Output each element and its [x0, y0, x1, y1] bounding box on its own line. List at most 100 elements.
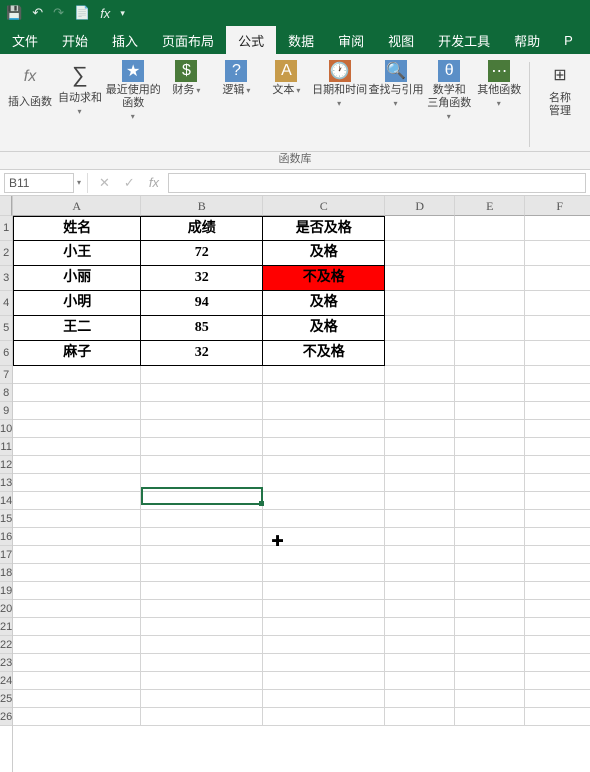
logical-button[interactable]: ?逻辑 ▾ — [214, 58, 258, 151]
cell[interactable] — [525, 474, 590, 492]
cell[interactable] — [141, 672, 263, 690]
row-header[interactable]: 25 — [0, 690, 12, 708]
row-header[interactable]: 19 — [0, 582, 12, 600]
undo-icon[interactable]: ↶ — [32, 5, 43, 21]
cell[interactable] — [525, 291, 590, 316]
more-functions-button[interactable]: ⋯其他函数▾ — [477, 58, 521, 151]
tab-formulas[interactable]: 公式 — [226, 26, 276, 54]
row-header[interactable]: 21 — [0, 618, 12, 636]
row-header[interactable]: 20 — [0, 600, 12, 618]
row-header[interactable]: 10 — [0, 420, 12, 438]
cell[interactable] — [263, 654, 385, 672]
cell[interactable] — [525, 266, 590, 291]
cell[interactable]: 姓名 — [13, 216, 141, 241]
cell[interactable] — [525, 618, 590, 636]
cell[interactable] — [525, 636, 590, 654]
cell[interactable] — [13, 456, 141, 474]
row-header[interactable]: 12 — [0, 456, 12, 474]
cell[interactable] — [385, 438, 455, 456]
cell[interactable] — [263, 582, 385, 600]
cell[interactable] — [455, 474, 525, 492]
row-header[interactable]: 9 — [0, 402, 12, 420]
cell[interactable] — [525, 708, 590, 726]
cell[interactable] — [141, 636, 263, 654]
tab-file[interactable]: 文件 — [0, 26, 50, 54]
cell[interactable] — [263, 636, 385, 654]
cell[interactable] — [385, 510, 455, 528]
cell[interactable] — [13, 402, 141, 420]
cell[interactable] — [263, 564, 385, 582]
cell[interactable] — [13, 690, 141, 708]
cell[interactable] — [13, 510, 141, 528]
cell[interactable] — [13, 384, 141, 402]
cell[interactable] — [141, 438, 263, 456]
cell[interactable] — [263, 708, 385, 726]
cell[interactable] — [13, 546, 141, 564]
cell[interactable]: 及格 — [263, 241, 385, 266]
cell[interactable] — [385, 672, 455, 690]
cell[interactable] — [455, 546, 525, 564]
cell[interactable] — [385, 384, 455, 402]
cell[interactable] — [455, 528, 525, 546]
tab-home[interactable]: 开始 — [50, 26, 100, 54]
touch-mode-icon[interactable]: 📄 — [74, 5, 90, 21]
insert-function-button[interactable]: fx插入函数 — [8, 58, 52, 151]
cell[interactable] — [455, 618, 525, 636]
cell[interactable] — [455, 492, 525, 510]
cell[interactable] — [525, 564, 590, 582]
cell[interactable] — [525, 384, 590, 402]
row-header[interactable]: 16 — [0, 528, 12, 546]
tab-data[interactable]: 数据 — [276, 26, 326, 54]
cell[interactable] — [141, 456, 263, 474]
cell[interactable] — [13, 618, 141, 636]
cell[interactable] — [263, 438, 385, 456]
cell[interactable] — [141, 546, 263, 564]
cell[interactable] — [455, 402, 525, 420]
cell[interactable] — [263, 510, 385, 528]
cell[interactable] — [455, 420, 525, 438]
cell[interactable] — [141, 492, 263, 510]
cell[interactable] — [385, 241, 455, 266]
cell[interactable] — [141, 420, 263, 438]
col-header[interactable]: C — [263, 196, 385, 216]
tab-more[interactable]: P — [552, 26, 585, 54]
cell[interactable] — [263, 366, 385, 384]
cell[interactable]: 小明 — [13, 291, 141, 316]
cell[interactable] — [385, 600, 455, 618]
autosum-button[interactable]: ∑自动求和▾ — [58, 58, 102, 151]
cell[interactable] — [525, 438, 590, 456]
cell[interactable] — [525, 528, 590, 546]
cell[interactable] — [385, 582, 455, 600]
financial-button[interactable]: $财务 ▾ — [164, 58, 208, 151]
cell[interactable] — [263, 402, 385, 420]
cell[interactable]: 85 — [141, 316, 263, 341]
cell[interactable] — [141, 690, 263, 708]
cell[interactable]: 不及格 — [263, 266, 385, 291]
cell[interactable] — [141, 474, 263, 492]
cell[interactable] — [13, 582, 141, 600]
cell[interactable] — [455, 672, 525, 690]
cell[interactable] — [385, 528, 455, 546]
cell[interactable] — [525, 690, 590, 708]
cell[interactable] — [455, 438, 525, 456]
cell[interactable] — [525, 654, 590, 672]
row-header[interactable]: 11 — [0, 438, 12, 456]
tab-help[interactable]: 帮助 — [502, 26, 552, 54]
col-header[interactable]: D — [385, 196, 455, 216]
insert-fx-icon[interactable]: fx — [144, 175, 164, 190]
customize-qat-icon[interactable]: ▾ — [120, 8, 125, 19]
cell[interactable] — [455, 600, 525, 618]
tab-review[interactable]: 审阅 — [326, 26, 376, 54]
cell[interactable] — [141, 564, 263, 582]
cell[interactable] — [525, 366, 590, 384]
cell[interactable] — [525, 420, 590, 438]
cell[interactable] — [13, 438, 141, 456]
col-header[interactable]: B — [141, 196, 263, 216]
row-header[interactable]: 14 — [0, 492, 12, 510]
cell[interactable] — [385, 316, 455, 341]
cell[interactable] — [385, 708, 455, 726]
cell[interactable] — [455, 316, 525, 341]
cell[interactable]: 麻子 — [13, 341, 141, 366]
cell[interactable] — [13, 564, 141, 582]
cell[interactable]: 小丽 — [13, 266, 141, 291]
